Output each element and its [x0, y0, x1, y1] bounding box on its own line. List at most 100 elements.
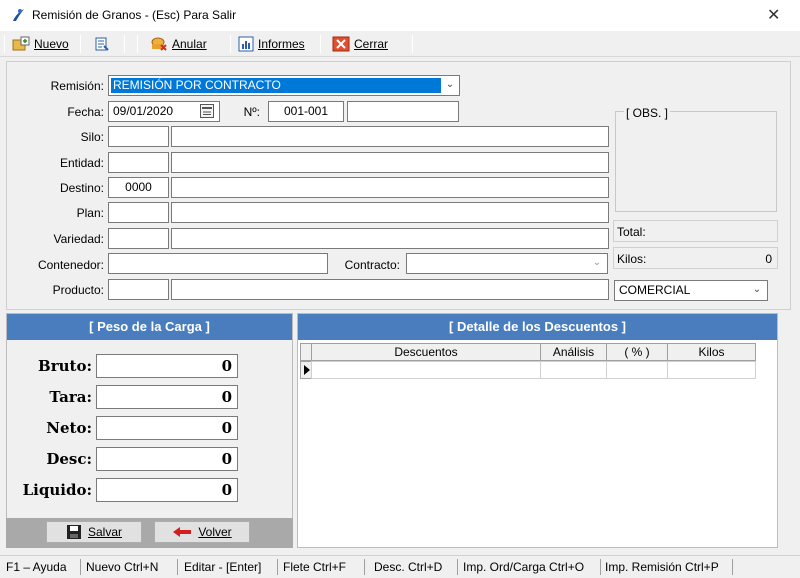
nuevo-label: Nuevo — [34, 37, 69, 51]
toolbar-separator — [4, 35, 5, 53]
toolbar-separator — [320, 35, 321, 53]
plan-name-input[interactable] — [171, 202, 609, 223]
grid-cell[interactable] — [540, 361, 607, 379]
remision-selected-value: REMISIÓN POR CONTRACTO — [111, 78, 441, 93]
numero-value: 001-001 — [283, 104, 329, 118]
liquido-label: Liquido: — [22, 481, 92, 499]
silo-code-input[interactable] — [108, 126, 169, 147]
chevron-down-icon[interactable]: ⌄ — [751, 284, 763, 296]
entidad-name-input[interactable] — [171, 152, 609, 173]
title-bar: Remisión de Granos - (Esc) Para Salir ✕ — [0, 0, 800, 31]
plan-label: Plan: — [76, 206, 104, 220]
window-title: Remisión de Granos - (Esc) Para Salir — [32, 8, 237, 22]
status-nuevo: Nuevo Ctrl+N — [86, 560, 159, 574]
grid-header-porcentaje[interactable]: ( % ) — [606, 343, 668, 361]
tara-label: Tara: — [49, 388, 92, 406]
toolbar: Nuevo Anular Informes Cerrar — [0, 31, 800, 57]
tipo-select[interactable]: COMERCIAL ⌄ — [614, 280, 768, 301]
neto-input[interactable]: 0 — [96, 416, 238, 440]
total-row: Total: — [613, 220, 778, 242]
numero-input[interactable]: 001-001 — [268, 101, 344, 122]
status-ayuda: F1 – Ayuda — [6, 560, 67, 574]
numero-label: Nº: — [243, 105, 260, 119]
contenedor-input[interactable] — [108, 253, 328, 274]
toolbar-separator — [80, 35, 81, 53]
fecha-value: 09/01/2020 — [113, 104, 174, 118]
status-bar: F1 – Ayuda Nuevo Ctrl+N Editar - [Enter]… — [0, 555, 800, 578]
calendar-icon[interactable] — [200, 104, 214, 118]
neto-label: Neto: — [46, 419, 92, 437]
tara-input[interactable]: 0 — [96, 385, 238, 409]
row-pointer-icon — [304, 365, 310, 375]
report-chart-icon — [238, 36, 254, 52]
destino-code-value: 0000 — [125, 180, 152, 194]
producto-name-input[interactable] — [171, 279, 609, 300]
chevron-down-icon[interactable]: ⌄ — [591, 257, 603, 269]
close-window-icon — [332, 36, 350, 52]
silo-name-input[interactable] — [171, 126, 609, 147]
status-imp-remision: Imp. Remisión Ctrl+P — [605, 560, 719, 574]
grid-header-analisis[interactable]: Análisis — [540, 343, 607, 361]
status-separator — [364, 559, 365, 575]
chevron-down-icon[interactable]: ⌄ — [444, 79, 456, 91]
toolbar-separator — [124, 35, 125, 53]
anular-label: Anular — [172, 37, 207, 51]
status-separator — [600, 559, 601, 575]
obs-label: [ OBS. ] — [624, 106, 671, 120]
remision-label: Remisión: — [50, 79, 104, 93]
status-separator — [177, 559, 178, 575]
total-label: Total: — [617, 225, 646, 239]
destino-code-input[interactable]: 0000 — [108, 177, 169, 198]
salvar-button[interactable]: Salvar — [46, 521, 142, 543]
descuentos-panel-header: [ Detalle de los Descuentos ] — [298, 314, 777, 340]
variedad-name-input[interactable] — [171, 228, 609, 249]
status-imp-ord: Imp. Ord/Carga Ctrl+O — [463, 560, 585, 574]
status-separator — [457, 559, 458, 575]
plan-code-input[interactable] — [108, 202, 169, 223]
producto-code-input[interactable] — [108, 279, 169, 300]
status-separator — [732, 559, 733, 575]
status-flete: Flete Ctrl+F — [283, 560, 347, 574]
grid-header-kilos[interactable]: Kilos — [667, 343, 756, 361]
app-logo-icon — [13, 9, 24, 21]
volver-label: Volver — [198, 525, 232, 539]
bruto-input[interactable]: 0 — [96, 354, 238, 378]
variedad-code-input[interactable] — [108, 228, 169, 249]
new-record-icon — [12, 36, 30, 51]
grid-header-descuentos[interactable]: Descuentos — [311, 343, 541, 361]
producto-label: Producto: — [52, 283, 104, 297]
fecha-label: Fecha: — [67, 105, 104, 119]
edit-button[interactable] — [94, 34, 110, 54]
informes-button[interactable]: Informes — [238, 34, 305, 54]
volver-button[interactable]: Volver — [154, 521, 250, 543]
silo-label: Silo: — [80, 130, 104, 144]
nuevo-button[interactable]: Nuevo — [12, 34, 69, 54]
grid-cell[interactable] — [606, 361, 668, 379]
cerrar-button[interactable]: Cerrar — [332, 34, 388, 54]
liquido-input[interactable]: 0 — [96, 478, 238, 502]
peso-button-bar: Salvar Volver — [6, 518, 293, 548]
anular-button[interactable]: Anular — [150, 34, 207, 54]
tipo-selected-value: COMERCIAL — [619, 283, 691, 297]
entidad-code-input[interactable] — [108, 152, 169, 173]
destino-name-input[interactable] — [171, 177, 609, 198]
kilos-label: Kilos: — [617, 252, 647, 266]
contenedor-label: Contenedor: — [37, 258, 104, 272]
save-disk-icon — [66, 525, 81, 539]
kilos-row: Kilos: 0 — [613, 247, 778, 269]
edit-list-icon — [95, 37, 109, 51]
toolbar-separator — [412, 35, 413, 53]
remision-select[interactable]: REMISIÓN POR CONTRACTO ⌄ — [108, 75, 460, 96]
numero-extra-input[interactable] — [347, 101, 459, 122]
status-desc: Desc. Ctrl+D — [374, 560, 443, 574]
desc-input[interactable]: 0 — [96, 447, 238, 471]
grid-cell[interactable] — [667, 361, 756, 379]
obs-groupbox[interactable]: [ OBS. ] — [615, 106, 777, 212]
salvar-label: Salvar — [87, 525, 122, 539]
grid-cell[interactable] — [311, 361, 541, 379]
contracto-select[interactable]: ⌄ — [406, 253, 608, 274]
close-icon[interactable]: ✕ — [767, 5, 780, 25]
status-separator — [277, 559, 278, 575]
toolbar-separator — [230, 35, 231, 53]
entidad-label: Entidad: — [59, 156, 104, 170]
